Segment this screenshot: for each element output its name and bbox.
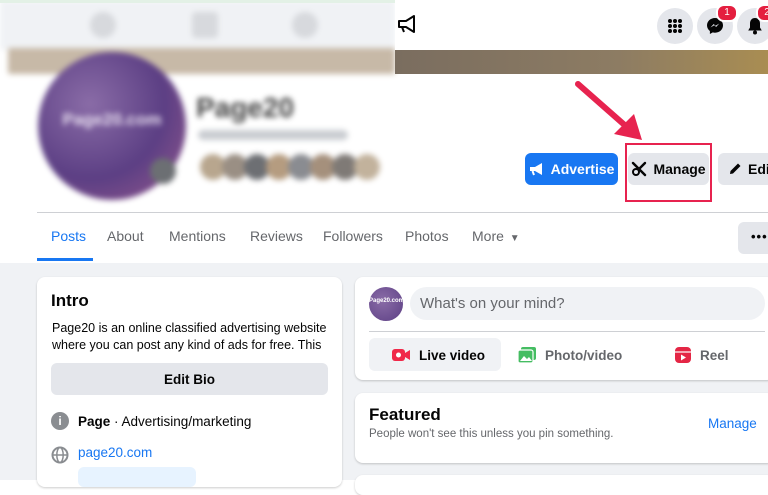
globe-icon	[51, 446, 69, 464]
photo-video-label: Photo/video	[545, 347, 623, 363]
messenger-badge: 1	[716, 4, 738, 22]
intro-bio: Page20 is an online classified advertisi…	[52, 321, 327, 352]
more-options-button[interactable]: •••	[738, 222, 768, 254]
edit-bio-label: Edit Bio	[164, 371, 215, 387]
page-name: Page20	[196, 92, 295, 123]
composer-divider	[369, 331, 765, 332]
intro-title: Intro	[51, 291, 89, 310]
cover-photo-strip	[395, 50, 768, 74]
photo-icon	[517, 347, 536, 364]
advertise-button[interactable]: Advertise	[525, 153, 618, 185]
home-icon	[90, 12, 116, 38]
info-icon: i	[51, 412, 69, 430]
messenger-button[interactable]: 1	[697, 4, 738, 44]
website-link[interactable]: page20.com	[78, 445, 152, 460]
caret-down-icon: ▼	[509, 233, 520, 244]
avatar-text: Page20.com	[62, 110, 162, 129]
video-icon	[192, 12, 218, 38]
featured-title: Featured	[369, 405, 441, 424]
highlight-box-annotation	[625, 143, 712, 202]
edit-label: Edit	[748, 161, 768, 177]
top-navbar: 1 2	[395, 0, 768, 50]
reel-label: Reel	[700, 347, 729, 363]
megaphone-icon	[529, 163, 542, 176]
ellipsis-icon: •••	[751, 229, 768, 244]
reel-button[interactable]: Reel	[674, 340, 729, 370]
live-video-icon	[392, 349, 410, 361]
tab-reviews[interactable]: Reviews	[250, 228, 303, 244]
composer-avatar[interactable]: Page20.com	[369, 287, 405, 321]
follower-avatar	[354, 154, 380, 180]
composer-avatar-text: Page20.com	[369, 298, 405, 304]
category-prefix: Page	[78, 414, 111, 429]
photo-video-button[interactable]: Photo/video	[517, 340, 622, 370]
category-text: · Advertising/marketing	[110, 414, 252, 429]
page-stats	[198, 130, 348, 140]
tab-about[interactable]: About	[107, 228, 144, 244]
tab-posts[interactable]: Posts	[51, 228, 86, 244]
tab-photos[interactable]: Photos	[405, 228, 449, 244]
next-card	[355, 475, 768, 495]
tab-mentions[interactable]: Mentions	[169, 228, 226, 244]
notifications-badge: 2	[756, 4, 768, 22]
intro-card: Intro Page20 is an online classified adv…	[37, 277, 342, 487]
megaphone-icon[interactable]	[397, 14, 419, 34]
edit-bio-button[interactable]: Edit Bio	[51, 363, 328, 395]
live-video-label: Live video	[419, 347, 486, 363]
tab-more-label: More	[472, 228, 504, 244]
tabs-divider	[37, 212, 768, 213]
page-category: Page · Advertising/marketing	[78, 414, 251, 429]
marketplace-icon	[292, 12, 318, 38]
live-video-button[interactable]: Live video	[391, 340, 485, 370]
post-composer-input[interactable]: What's on your mind?	[410, 287, 765, 320]
tab-more[interactable]: More ▼	[472, 228, 520, 244]
notifications-button[interactable]: 2	[737, 4, 768, 44]
reel-icon	[675, 347, 691, 363]
featured-manage-link[interactable]: Manage	[708, 416, 757, 431]
blurred-page-header: Page20.com Page20	[0, 0, 395, 210]
grid-icon	[668, 19, 682, 33]
website-chip[interactable]	[78, 467, 196, 487]
pencil-icon	[730, 163, 741, 174]
advertise-label: Advertise	[550, 161, 615, 177]
menu-grid-button[interactable]	[657, 8, 693, 44]
featured-subtitle: People won't see this unless you pin som…	[369, 428, 614, 440]
red-arrow-annotation	[575, 81, 642, 140]
featured-card: Featured People won't see this unless yo…	[355, 393, 768, 463]
active-tab-indicator	[37, 258, 93, 261]
edit-button[interactable]: Edit	[718, 153, 768, 185]
tab-followers[interactable]: Followers	[323, 228, 383, 244]
camera-icon[interactable]	[150, 158, 176, 184]
